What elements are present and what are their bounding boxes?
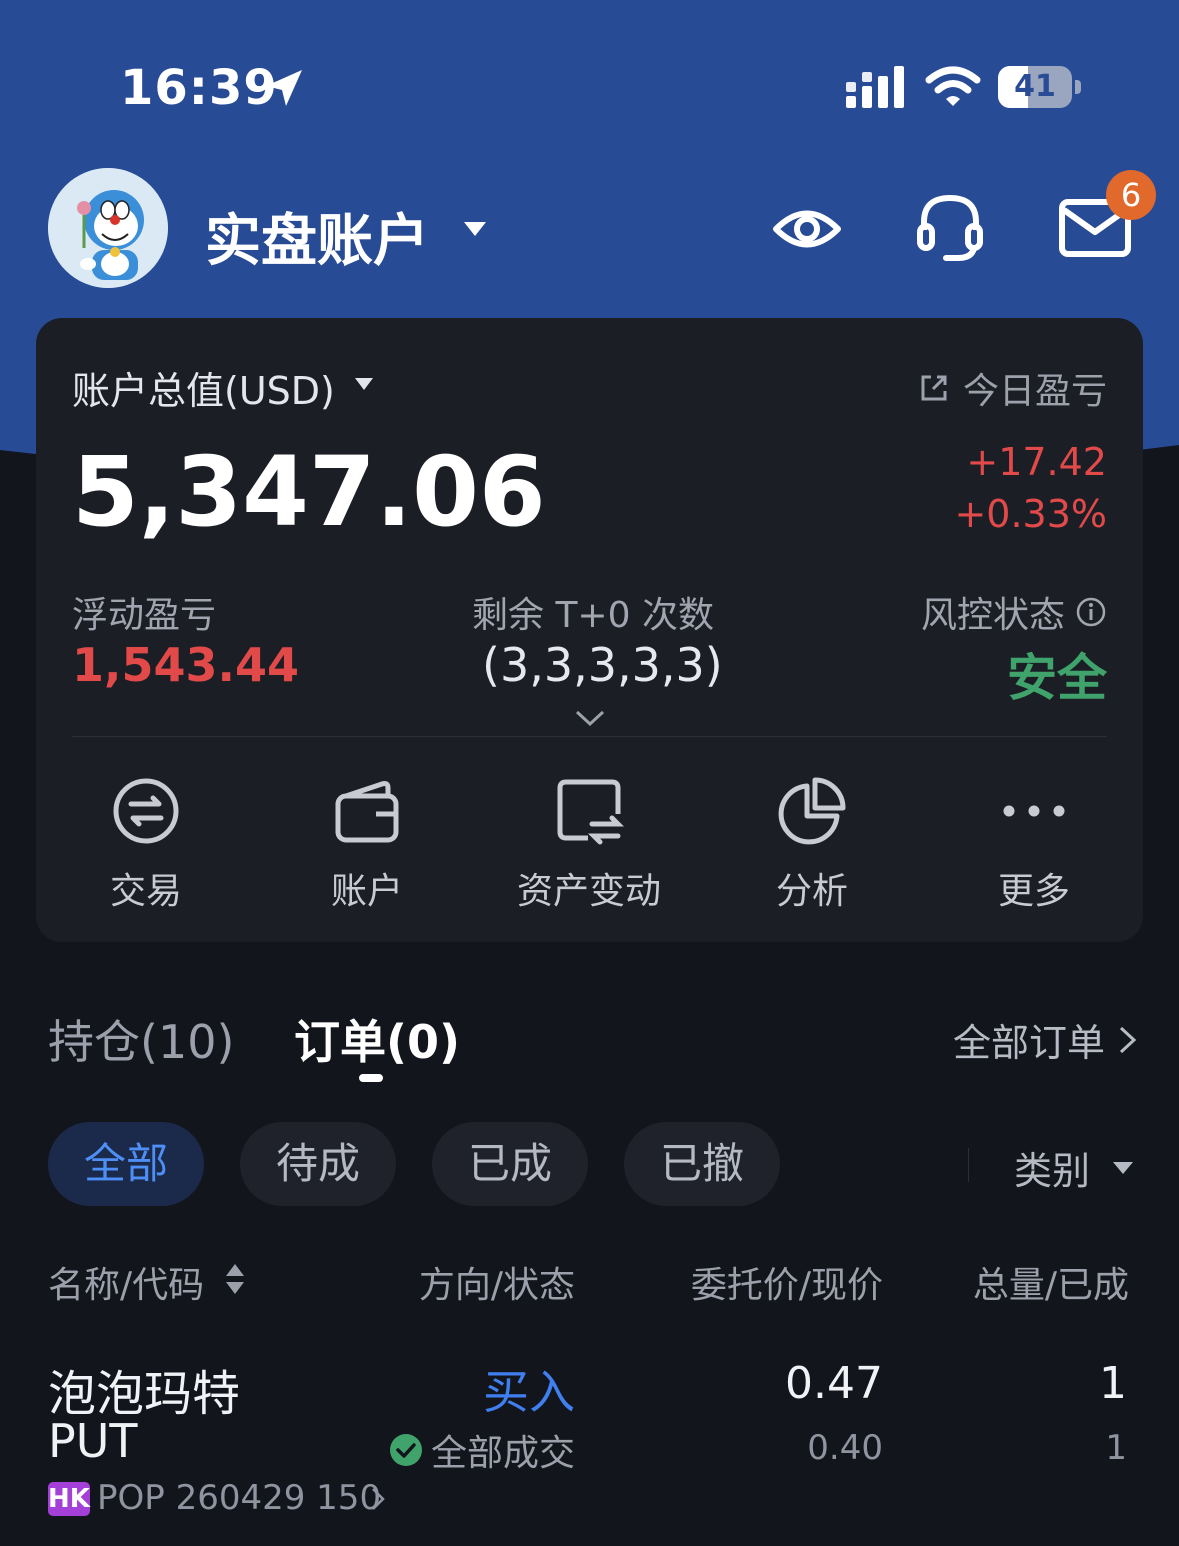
action-asset-changes[interactable]: 资产变动 <box>489 768 689 918</box>
action-account[interactable]: 账户 <box>267 768 467 918</box>
action-trade[interactable]: 交易 <box>46 768 246 918</box>
sort-icon[interactable] <box>224 1262 246 1296</box>
total-value: 5,347.06 <box>72 436 546 548</box>
filter-chip-all[interactable]: 全部 <box>48 1122 204 1206</box>
all-orders-link[interactable]: 全部订单 <box>953 1012 1139 1067</box>
all-orders-label: 全部订单 <box>952 1021 1105 1065</box>
doraemon-avatar-image <box>48 168 168 288</box>
action-label: 交易 <box>109 871 182 912</box>
tab-orders[interactable]: 订单(0) <box>294 1006 460 1072</box>
today-pnl-label-text: 今日盈亏 <box>962 371 1107 412</box>
column-header-quantity: 总量/已成 <box>972 1265 1129 1306</box>
cellular-signal-icon <box>846 66 904 108</box>
filter-chip-pending[interactable]: 待成 <box>240 1122 396 1206</box>
column-header-name[interactable]: 名称/代码 <box>48 1256 204 1308</box>
security-code: POP 260429 150 <box>97 1478 382 1518</box>
info-icon[interactable] <box>1075 596 1107 628</box>
status-time: 16:39 <box>120 60 278 116</box>
column-header-direction: 方向/状态 <box>418 1265 575 1306</box>
action-more[interactable]: 更多 <box>934 768 1134 918</box>
expand-chevron-icon[interactable] <box>574 708 606 728</box>
account-summary-card: 账户总值(USD) 今日盈亏 5,347.06 +17.42 +0.33% 浮动… <box>36 318 1143 942</box>
headset-icon[interactable] <box>914 190 986 264</box>
chevron-right-icon[interactable] <box>370 1486 386 1512</box>
security-name-suffix: PUT <box>48 1414 138 1468</box>
tabs-bar: 持仓(10) 订单(0) 全部订单 <box>0 966 1179 1116</box>
action-label: 分析 <box>775 871 848 912</box>
category-filter[interactable]: 类别 <box>1014 1140 1134 1195</box>
order-status-text: 全部成交 <box>430 1433 575 1474</box>
action-label: 更多 <box>997 871 1070 912</box>
wallet-icon <box>335 781 399 843</box>
active-tab-indicator <box>359 1074 383 1082</box>
floating-pnl-label: 浮动盈亏 <box>72 595 217 636</box>
caret-down-icon[interactable] <box>462 218 488 238</box>
pie-chart-icon <box>778 777 846 845</box>
total-value-label[interactable]: 账户总值(USD) <box>72 360 335 415</box>
filled-quantity: 1 <box>1105 1428 1127 1468</box>
divider <box>72 736 1107 737</box>
risk-status-value: 安全 <box>1007 649 1107 707</box>
risk-status-label: 风控状态 <box>921 586 1107 638</box>
divider <box>968 1148 969 1182</box>
action-analysis[interactable]: 分析 <box>712 768 912 918</box>
current-price: 0.40 <box>807 1428 883 1468</box>
currency-caret-down-icon[interactable] <box>354 376 374 392</box>
filter-chip-filled[interactable]: 已成 <box>432 1122 588 1206</box>
today-pnl-percent: +0.33% <box>954 492 1107 536</box>
tab-holdings[interactable]: 持仓(10) <box>48 1006 234 1072</box>
more-dots-icon <box>1003 805 1065 817</box>
action-label: 账户 <box>330 871 403 912</box>
column-header-price: 委托价/现价 <box>690 1265 883 1306</box>
battery-icon: 41 <box>998 66 1082 110</box>
avatar[interactable] <box>48 168 168 288</box>
eye-icon[interactable] <box>772 196 842 262</box>
exchange-icon <box>113 778 179 844</box>
location-arrow-icon <box>266 70 302 106</box>
share-icon[interactable] <box>917 371 951 405</box>
order-status: 全部成交 <box>389 1424 575 1476</box>
battery-level-text: 41 <box>1014 69 1056 104</box>
wifi-icon <box>925 66 981 106</box>
today-pnl-value: +17.42 <box>966 440 1107 484</box>
filter-chip-cancelled[interactable]: 已撤 <box>624 1122 780 1206</box>
risk-status-label-text: 风控状态 <box>920 595 1065 636</box>
asset-transfer-icon <box>557 779 624 845</box>
category-label: 类别 <box>1014 1149 1091 1193</box>
t0-remaining-value: (3,3,3,3,3) <box>482 638 723 692</box>
caret-down-icon <box>1113 1161 1134 1174</box>
order-direction: 买入 <box>483 1365 575 1419</box>
account-switcher-title[interactable]: 实盘账户 <box>205 196 429 277</box>
check-circle-icon <box>389 1434 422 1466</box>
floating-pnl-value: 1,543.44 <box>72 638 299 692</box>
today-pnl-label[interactable]: 今日盈亏 <box>917 362 1107 414</box>
t0-remaining-label: 剩余 T+0 次数 <box>472 595 714 636</box>
action-label: 资产变动 <box>516 871 661 912</box>
status-bar: 16:39 41 <box>0 0 1179 140</box>
market-badge: HK <box>48 1482 90 1516</box>
notification-badge: 6 <box>1106 170 1156 220</box>
chevron-right-icon <box>1119 1026 1137 1053</box>
order-price: 0.47 <box>785 1358 883 1409</box>
total-quantity: 1 <box>1099 1358 1127 1409</box>
